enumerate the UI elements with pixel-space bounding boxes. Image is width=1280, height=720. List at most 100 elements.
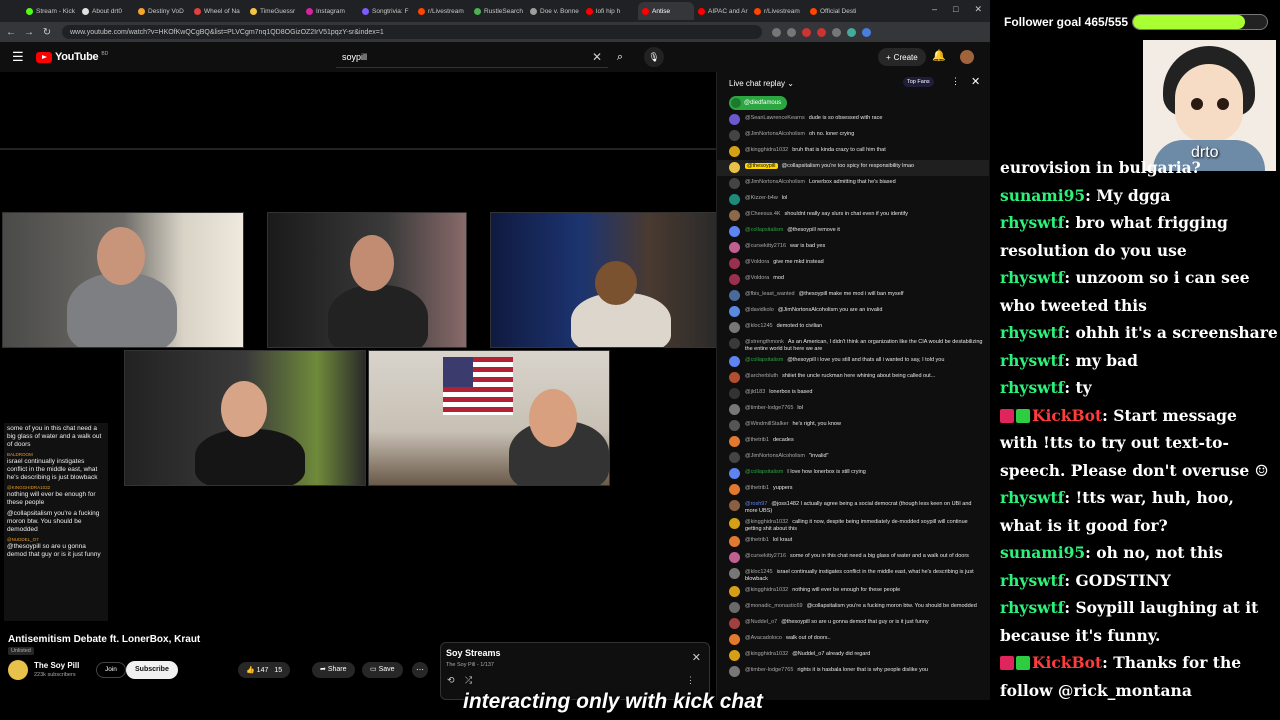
chat-author-name[interactable]: @collapsitalism	[745, 227, 783, 233]
back-icon[interactable]: ←	[4, 27, 18, 38]
chat-author-name[interactable]: @thetrib1	[745, 537, 769, 543]
chat-author-name[interactable]: @JimNortonsAlcoholism	[745, 131, 805, 137]
browser-tab[interactable]: Destiny VoD	[134, 2, 190, 20]
chat-author-name[interactable]: @kloc1245	[745, 323, 773, 329]
chat-message[interactable]: @cursekitty2716 war is bad yes	[717, 240, 989, 256]
browser-tab[interactable]: Doe v. Bonne	[526, 2, 582, 20]
chat-author-name[interactable]: @timber-lodge7765	[745, 405, 793, 411]
chat-author-avatar[interactable]	[729, 420, 740, 431]
close-chat-icon[interactable]: ✕	[971, 75, 980, 88]
top-fans-button[interactable]: Top Fans	[903, 77, 934, 87]
browser-tab[interactable]: r/Livestream	[750, 2, 806, 20]
search-icon[interactable]: ⌕	[610, 47, 630, 67]
share-button[interactable]: ➦ Share	[312, 662, 355, 678]
chat-author-name[interactable]: @cursekitty2716	[745, 243, 786, 249]
chat-author-avatar[interactable]	[729, 634, 740, 645]
chat-author-name[interactable]: @fbis_least_wanted	[745, 291, 795, 297]
chat-message[interactable]: @thesoypill @collapsitalism you're too sp…	[717, 160, 989, 176]
chat-author-avatar[interactable]	[729, 322, 740, 333]
account-avatar[interactable]	[960, 50, 974, 64]
chat-message[interactable]: @cursekitty2716 some of you in this chat …	[717, 550, 989, 566]
microphone-icon[interactable]: 🎙	[644, 47, 664, 67]
chat-author-avatar[interactable]	[729, 568, 740, 579]
close-window-icon[interactable]: ✕	[974, 4, 982, 15]
chat-author-name[interactable]: @kingghidra1032	[745, 587, 788, 593]
chat-author-avatar[interactable]	[729, 586, 740, 597]
extension-icon[interactable]	[787, 27, 796, 37]
chat-author-avatar[interactable]	[729, 356, 740, 367]
chat-author-name[interactable]: @monadic_monastic69	[745, 603, 803, 609]
browser-tab[interactable]: Official Desti	[806, 2, 862, 20]
like-button[interactable]: 👍 147	[246, 666, 268, 674]
chat-author-avatar[interactable]	[729, 114, 740, 125]
extension-icon[interactable]	[817, 27, 826, 37]
browser-tab[interactable]: About drt0	[78, 2, 134, 20]
chat-author-avatar[interactable]	[729, 226, 740, 237]
shuffle-icon[interactable]: ⤮	[465, 675, 472, 686]
chat-author-name[interactable]: @strengthmonk	[745, 339, 784, 345]
chat-message[interactable]: @Nuddel_o7 @thesoypill so are u gonna dem…	[717, 616, 989, 632]
close-playlist-icon[interactable]: ✕	[692, 651, 701, 664]
chat-author-avatar[interactable]	[729, 194, 740, 205]
chat-author-name[interactable]: @thetrib1	[745, 437, 769, 443]
chat-message[interactable]: @kingghidra1032 bruh that is kinda crazy …	[717, 144, 989, 160]
create-button[interactable]: + Create	[878, 48, 926, 66]
chat-author-avatar[interactable]	[729, 388, 740, 399]
pinned-user-chip[interactable]: @diedfamous	[729, 96, 788, 110]
chat-author-avatar[interactable]	[729, 210, 740, 221]
chat-message[interactable]: @JimNortonsAlcoholism Lonerbox admitting …	[717, 176, 989, 192]
chat-message[interactable]: @JimNortonsAlcoholism oh no. loner crying	[717, 128, 989, 144]
more-actions-icon[interactable]: ⋯	[412, 662, 428, 678]
chat-author-name[interactable]: @WindmillStalker	[745, 421, 788, 427]
chat-message[interactable]: @WindmillStalker he's right, you know	[717, 418, 989, 434]
browser-tab[interactable]: AIPAC and Ar	[694, 2, 750, 20]
chat-message[interactable]: @thetrib1 lol kraut	[717, 534, 989, 550]
browser-tab[interactable]: Stream - Kick	[22, 2, 78, 20]
chat-message[interactable]: @rosh97 @joss1482 I actually agree being …	[717, 498, 989, 516]
youtube-logo[interactable]: YouTube BD	[36, 51, 108, 63]
chat-author-name[interactable]: @timber-lodge7765	[745, 667, 793, 673]
chat-author-name[interactable]: @archerbluth	[745, 373, 778, 379]
chat-author-avatar[interactable]	[729, 666, 740, 677]
chat-author-avatar[interactable]	[729, 518, 740, 529]
chat-author-avatar[interactable]	[729, 536, 740, 547]
chat-message[interactable]: @collapsitalism @thesoypill remove it	[717, 224, 989, 240]
browser-tab[interactable]: Antise	[638, 2, 694, 20]
chat-author-name[interactable]: @collapsitalism	[745, 357, 783, 363]
reload-icon[interactable]: ↻	[40, 27, 54, 38]
chat-author-avatar[interactable]	[729, 338, 740, 349]
chat-message[interactable]: @kingghidra1032 @Nuddel_o7 already did re…	[717, 648, 989, 664]
browser-tab[interactable]: Instagram	[302, 2, 358, 20]
subscribe-button[interactable]: Subscribe	[126, 661, 178, 679]
chat-author-name[interactable]: @thesoypill	[745, 163, 778, 169]
chat-author-avatar[interactable]	[729, 602, 740, 613]
chat-author-avatar[interactable]	[729, 146, 740, 157]
extension-icon[interactable]	[862, 27, 871, 37]
chat-author-name[interactable]: @cursekitty2716	[745, 553, 786, 559]
chat-message[interactable]: @kingghidra1032 nothing will ever be enou…	[717, 584, 989, 600]
chat-author-name[interactable]: @Kizzer-b4w	[745, 195, 778, 201]
chat-message[interactable]: @collapsitalism @thesoypill i love you st…	[717, 354, 989, 370]
chat-author-name[interactable]: @JimNortonsAlcoholism	[745, 179, 805, 185]
channel-avatar[interactable]	[8, 660, 28, 680]
playlist-title[interactable]: Soy Streams	[446, 648, 501, 658]
playlist-more-icon[interactable]: ⋮	[686, 675, 695, 686]
chat-author-name[interactable]: @kloc1245	[745, 569, 773, 575]
browser-tab[interactable]: r/Livestream	[414, 2, 470, 20]
chat-author-avatar[interactable]	[729, 306, 740, 317]
chat-message[interactable]: @SeanLawrenceKearns dude is so obsessed w…	[717, 112, 989, 128]
chat-menu-icon[interactable]: ⋮	[951, 76, 960, 87]
chat-author-avatar[interactable]	[729, 178, 740, 189]
live-chat-mode-dropdown[interactable]: Live chat replay ⌄	[729, 79, 794, 88]
chat-author-name[interactable]: @JimNortonsAlcoholism	[745, 453, 805, 459]
chat-author-avatar[interactable]	[729, 372, 740, 383]
chat-author-name[interactable]: @Nuddel_o7	[745, 619, 777, 625]
chat-message[interactable]: @kingghidra1032 calling it now, despite b…	[717, 516, 989, 534]
save-button[interactable]: ▭ Save	[362, 662, 403, 678]
chat-author-avatar[interactable]	[729, 290, 740, 301]
browser-tab[interactable]: Songtrivia: F	[358, 2, 414, 20]
chat-author-avatar[interactable]	[729, 618, 740, 629]
chat-author-avatar[interactable]	[729, 500, 740, 511]
extension-icon[interactable]	[772, 27, 781, 37]
chat-message[interactable]: @strengthmonk As an American, I didn't th…	[717, 336, 989, 354]
